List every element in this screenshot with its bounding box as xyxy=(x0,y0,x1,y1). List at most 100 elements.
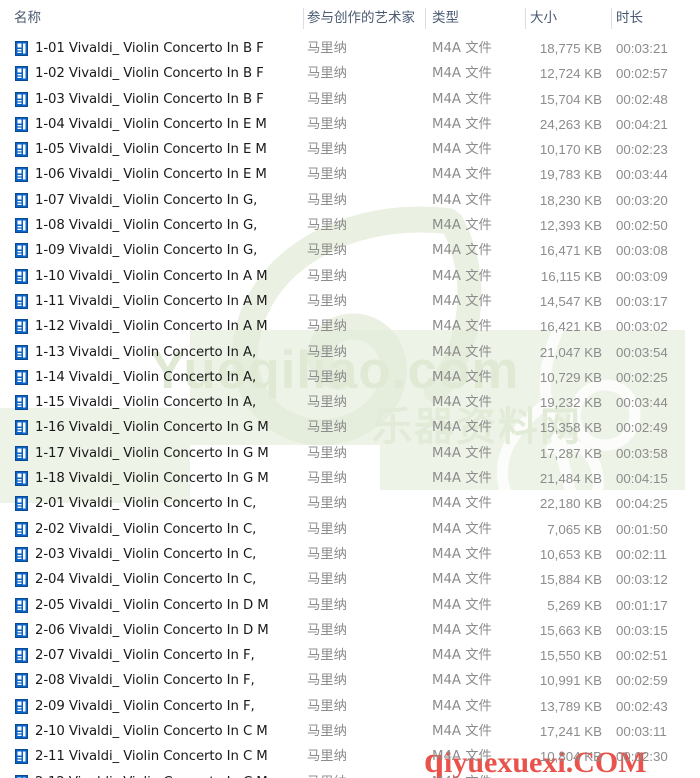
table-row[interactable]: 1-09 Vivaldi_ Violin Concerto In G, 马里纳 M4… xyxy=(0,238,700,263)
table-row[interactable]: 1-08 Vivaldi_ Violin Concerto In G, 马里纳 M4… xyxy=(0,213,700,238)
file-name-cell[interactable]: 1-06 Vivaldi_ Violin Concerto In E M xyxy=(35,162,300,187)
file-size-cell: 18,775 KB xyxy=(539,41,602,56)
table-row[interactable]: 1-12 Vivaldi_ Violin Concerto In A M 马里纳 M… xyxy=(0,314,700,339)
file-artist-cell: 马里纳 xyxy=(307,546,347,562)
file-name-cell[interactable]: 2-04 Vivaldi_ Violin Concerto In C, xyxy=(35,567,300,592)
table-row[interactable]: 1-01 Vivaldi_ Violin Concerto In B F 马里纳 M… xyxy=(0,36,700,61)
file-name-cell[interactable]: 1-18 Vivaldi_ Violin Concerto In G M xyxy=(35,466,300,491)
file-name-cell[interactable]: 2-05 Vivaldi_ Violin Concerto In D M xyxy=(35,593,300,618)
file-artist-cell: 马里纳 xyxy=(307,167,347,183)
file-duration-cell: 00:04:25 xyxy=(616,496,668,512)
column-header-artist[interactable]: 参与创作的艺术家 xyxy=(307,0,419,36)
file-name-cell[interactable]: 2-02 Vivaldi_ Violin Concerto In C, xyxy=(35,517,300,542)
table-row[interactable]: 2-03 Vivaldi_ Violin Concerto In C, 马里纳 M4… xyxy=(0,542,700,567)
table-row[interactable]: 1-13 Vivaldi_ Violin Concerto In A, 马里纳 M4… xyxy=(0,340,700,365)
file-name-cell[interactable]: 1-17 Vivaldi_ Violin Concerto In G M xyxy=(35,441,300,466)
file-duration-cell: 00:02:53 xyxy=(616,770,686,778)
m4a-file-icon xyxy=(15,293,28,309)
table-row[interactable]: 1-16 Vivaldi_ Violin Concerto In G M 马里纳 M… xyxy=(0,415,700,440)
file-name-cell[interactable]: 1-14 Vivaldi_ Violin Concerto In A, xyxy=(35,365,300,390)
file-duration-cell: 00:03:12 xyxy=(616,572,668,588)
table-row[interactable]: 1-06 Vivaldi_ Violin Concerto In E M 马里纳 M… xyxy=(0,162,700,187)
table-row[interactable]: 1-11 Vivaldi_ Violin Concerto In A M 马里纳 M… xyxy=(0,289,700,314)
file-type-cell: M4A 文件 xyxy=(432,192,492,208)
table-row[interactable]: 2-07 Vivaldi_ Violin Concerto In F, 马里纳 M4… xyxy=(0,643,700,668)
file-size-cell: 24,263 KB xyxy=(539,116,602,132)
column-header-size[interactable]: 大小 xyxy=(530,0,605,36)
file-name-cell[interactable]: 1-13 Vivaldi_ Violin Concerto In A, xyxy=(35,340,300,365)
m4a-file-icon xyxy=(15,142,28,158)
file-artist-cell: 马里纳 xyxy=(307,344,347,360)
file-size-cell: 7,065 KB xyxy=(547,521,602,537)
table-row[interactable]: 2-02 Vivaldi_ Violin Concerto In C, 马里纳 M4… xyxy=(0,517,700,542)
file-name-cell[interactable]: 2-06 Vivaldi_ Violin Concerto In D M xyxy=(35,618,300,643)
file-duration-cell: 00:03:54 xyxy=(616,344,668,360)
table-row[interactable]: 1-15 Vivaldi_ Violin Concerto In A, 马里纳 M4… xyxy=(0,390,700,415)
file-name-cell[interactable]: 2-07 Vivaldi_ Violin Concerto In F, xyxy=(35,643,300,668)
file-artist-cell: 马里纳 xyxy=(307,116,347,132)
column-header-type[interactable]: 类型 xyxy=(432,0,517,36)
file-name-cell[interactable]: 1-11 Vivaldi_ Violin Concerto In A M xyxy=(35,289,300,314)
table-row[interactable]: 1-02 Vivaldi_ Violin Concerto In B F 马里纳 M… xyxy=(0,61,700,86)
table-row[interactable]: 1-04 Vivaldi_ Violin Concerto In E M 马里纳 M… xyxy=(0,112,700,137)
file-name-cell[interactable]: 1-16 Vivaldi_ Violin Concerto In G M xyxy=(35,415,300,440)
table-row[interactable]: 2-09 Vivaldi_ Violin Concerto In F, 马里纳 M4… xyxy=(0,694,700,719)
table-row[interactable]: 2-04 Vivaldi_ Violin Concerto In C, 马里纳 M4… xyxy=(0,567,700,592)
file-duration-cell: 00:02:23 xyxy=(616,142,668,158)
file-name-cell[interactable]: 2-08 Vivaldi_ Violin Concerto In F, xyxy=(35,668,300,693)
table-row[interactable]: 1-03 Vivaldi_ Violin Concerto In B F 马里纳 M… xyxy=(0,87,700,112)
file-name-cell[interactable]: 2-03 Vivaldi_ Violin Concerto In C, xyxy=(35,542,300,567)
file-name-cell[interactable]: 1-10 Vivaldi_ Violin Concerto In A M xyxy=(35,264,300,289)
table-row[interactable]: 2-01 Vivaldi_ Violin Concerto In C, 马里纳 M4… xyxy=(0,491,700,516)
file-name-cell[interactable]: 1-08 Vivaldi_ Violin Concerto In G, xyxy=(35,213,300,238)
file-name-cell[interactable]: 1-07 Vivaldi_ Violin Concerto In G, xyxy=(35,188,300,213)
file-name-cell[interactable]: 2-12 Vivaldi_ Violin Concerto In C M xyxy=(35,770,300,778)
table-row[interactable]: 1-14 Vivaldi_ Violin Concerto In A, 马里纳 M4… xyxy=(0,365,700,390)
m4a-file-icon xyxy=(15,774,28,778)
file-name-cell[interactable]: 1-09 Vivaldi_ Violin Concerto In G, xyxy=(35,238,300,263)
m4a-file-icon xyxy=(15,91,28,107)
m4a-file-icon xyxy=(15,724,28,740)
table-row[interactable]: 2-06 Vivaldi_ Violin Concerto In D M 马里纳 M… xyxy=(0,618,700,643)
table-row[interactable]: 2-11 Vivaldi_ Violin Concerto In C M 马里纳 M… xyxy=(0,744,700,769)
table-row[interactable]: 1-17 Vivaldi_ Violin Concerto In G M 马里纳 M… xyxy=(0,441,700,466)
table-row[interactable]: 2-08 Vivaldi_ Violin Concerto In F, 马里纳 M4… xyxy=(0,668,700,693)
file-name-cell[interactable]: 1-02 Vivaldi_ Violin Concerto In B F xyxy=(35,61,300,86)
file-size-cell: 12,724 KB xyxy=(539,66,602,82)
column-divider[interactable] xyxy=(303,8,304,29)
file-size-cell: 14,547 KB xyxy=(539,293,602,309)
table-row[interactable]: 2-10 Vivaldi_ Violin Concerto In C M 马里纳 M… xyxy=(0,719,700,744)
m4a-file-icon xyxy=(15,41,28,56)
column-divider[interactable] xyxy=(611,8,612,29)
file-type-cell: M4A 文件 xyxy=(432,395,492,411)
table-row[interactable]: 1-05 Vivaldi_ Violin Concerto In E M 马里纳 M… xyxy=(0,137,700,162)
m4a-file-icon xyxy=(15,91,28,107)
file-name-cell[interactable]: 1-03 Vivaldi_ Violin Concerto In B F xyxy=(35,87,300,112)
m4a-file-icon xyxy=(15,521,28,537)
file-name-cell[interactable]: 1-01 Vivaldi_ Violin Concerto In B F xyxy=(35,36,300,61)
file-name-cell[interactable]: 1-15 Vivaldi_ Violin Concerto In A, xyxy=(35,390,300,415)
file-type-cell: M4A 文件 xyxy=(432,673,492,689)
file-name-cell[interactable]: 1-05 Vivaldi_ Violin Concerto In E M xyxy=(35,137,300,162)
table-row[interactable]: 1-07 Vivaldi_ Violin Concerto In G, 马里纳 M4… xyxy=(0,188,700,213)
column-header-duration[interactable]: 时长 xyxy=(616,0,691,36)
table-row[interactable]: 2-05 Vivaldi_ Violin Concerto In D M 马里纳 M… xyxy=(0,593,700,618)
table-row[interactable]: 1-10 Vivaldi_ Violin Concerto In A M 马里纳 M… xyxy=(0,264,700,289)
file-type-cell: M4A 文件 xyxy=(432,66,492,82)
file-name-cell[interactable]: 1-12 Vivaldi_ Violin Concerto In A M xyxy=(35,314,300,339)
file-name-cell[interactable]: 2-11 Vivaldi_ Violin Concerto In C M xyxy=(35,744,300,769)
file-type-cell: M4A 文件 xyxy=(432,546,492,562)
column-divider[interactable] xyxy=(525,8,526,29)
file-name-cell[interactable]: 2-10 Vivaldi_ Violin Concerto In C M xyxy=(35,719,300,744)
file-artist-cell: 马里纳 xyxy=(307,243,347,259)
column-header-name[interactable]: 名称 xyxy=(14,0,294,36)
file-name-cell[interactable]: 2-01 Vivaldi_ Violin Concerto In C, xyxy=(35,491,300,516)
file-name-cell[interactable]: 1-04 Vivaldi_ Violin Concerto In E M xyxy=(35,112,300,137)
column-divider[interactable] xyxy=(425,8,426,29)
m4a-file-icon xyxy=(15,496,28,512)
file-size-cell: 5,269 KB xyxy=(547,597,602,613)
file-name-cell[interactable]: 2-09 Vivaldi_ Violin Concerto In F, xyxy=(35,694,300,719)
file-size-cell: 16,115 KB xyxy=(540,268,602,284)
table-row[interactable]: 1-18 Vivaldi_ Violin Concerto In G M 马里纳 M… xyxy=(0,466,700,491)
table-row[interactable]: 2-12 Vivaldi_ Violin Concerto In C M 马里纳 M… xyxy=(0,770,700,778)
